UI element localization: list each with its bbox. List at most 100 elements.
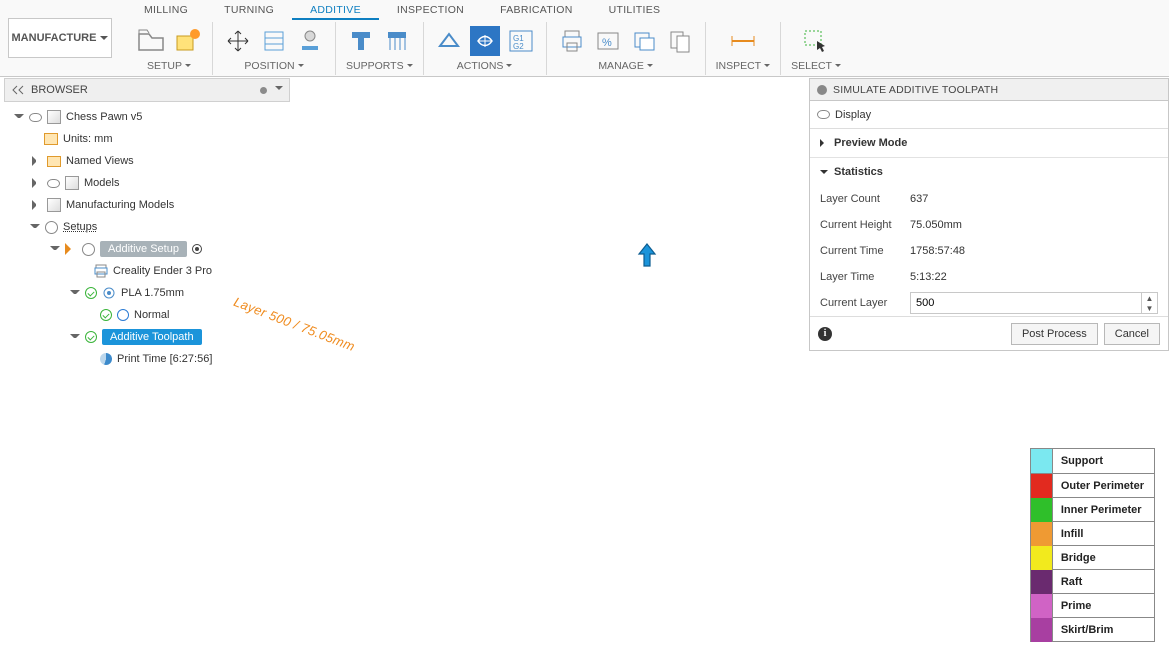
measure-icon[interactable] (728, 26, 758, 56)
info-icon[interactable]: i (818, 327, 832, 341)
group-supports: SUPPORTS (336, 22, 424, 75)
group-inspect-label[interactable]: INSPECT (716, 60, 771, 72)
legend-swatch (1031, 474, 1053, 498)
tree-units-label: Units: mm (63, 133, 113, 145)
current-layer-input[interactable] (910, 292, 1142, 314)
close-icon[interactable] (817, 85, 827, 95)
simulate-panel: SIMULATE ADDITIVE TOOLPATH Display Previ… (809, 78, 1169, 351)
place-icon[interactable] (295, 26, 325, 56)
component-icon (47, 110, 61, 124)
eye-icon[interactable] (29, 113, 42, 122)
stat-key: Current Layer (820, 297, 910, 309)
caret-icon[interactable] (32, 200, 42, 210)
tree-print-time[interactable]: Print Time [6:27:56] (4, 348, 290, 370)
tree-models-label: Models (84, 177, 119, 189)
caret-icon[interactable] (70, 290, 80, 300)
caret-icon[interactable] (32, 178, 42, 188)
tab-additive[interactable]: ADDITIVE (292, 2, 379, 20)
stat-key: Current Height (820, 219, 910, 231)
tree-printer[interactable]: Creality Ender 3 Pro (4, 260, 290, 282)
section-preview-mode[interactable]: Preview Mode (810, 129, 1168, 157)
legend-label: Raft (1053, 576, 1092, 588)
stat-value: 1758:57:48 (910, 245, 965, 257)
group-actions: G1G2 ACTIONS (424, 22, 547, 75)
models-icon (65, 176, 79, 190)
active-setup-icon (65, 243, 77, 255)
folder-icon (47, 156, 61, 167)
tree-additive-setup[interactable]: Additive Setup (4, 238, 290, 260)
align-icon[interactable] (259, 26, 289, 56)
simulate-icon[interactable] (470, 26, 500, 56)
tab-inspection[interactable]: INSPECTION (379, 2, 482, 20)
cancel-button[interactable]: Cancel (1104, 323, 1160, 345)
chevron-down-icon[interactable] (275, 86, 283, 94)
ribbon-groups: SETUP POSITION SUPPORTS (126, 22, 1169, 75)
collapse-left-icon[interactable] (11, 83, 25, 97)
group-supports-label[interactable]: SUPPORTS (346, 60, 413, 72)
tab-utilities[interactable]: UTILITIES (591, 2, 679, 20)
tree-named-views[interactable]: Named Views (4, 150, 290, 172)
tree-units[interactable]: Units: mm (4, 128, 290, 150)
generate-icon[interactable] (434, 26, 464, 56)
spinner-up-icon[interactable]: ▲ (1142, 293, 1157, 303)
legend-row: Inner Perimeter (1031, 497, 1154, 521)
workspace-dropdown[interactable]: MANUFACTURE (8, 18, 112, 58)
printer-icon[interactable] (557, 26, 587, 56)
tree-mfg-models[interactable]: Manufacturing Models (4, 194, 290, 216)
simulate-header[interactable]: SIMULATE ADDITIVE TOOLPATH (810, 79, 1168, 101)
legend-label: Infill (1053, 528, 1094, 540)
gear-icon (117, 309, 129, 321)
radio-icon[interactable] (192, 244, 202, 254)
tree-models[interactable]: Models (4, 172, 290, 194)
stat-key: Layer Count (820, 193, 910, 205)
caret-icon[interactable] (70, 334, 80, 344)
template-icon[interactable] (665, 26, 695, 56)
support-bar-icon[interactable] (346, 26, 376, 56)
caret-icon[interactable] (50, 246, 60, 256)
legend-row: Prime (1031, 593, 1154, 617)
group-manage: % MANAGE (547, 22, 706, 75)
tab-fabrication[interactable]: FABRICATION (482, 2, 591, 20)
post-process-button[interactable]: Post Process (1011, 323, 1098, 345)
group-select-label[interactable]: SELECT (791, 60, 841, 72)
group-setup-label[interactable]: SETUP (147, 60, 191, 72)
browser-menu-icon[interactable] (260, 87, 267, 94)
caret-icon[interactable] (30, 224, 40, 234)
legend-label: Bridge (1053, 552, 1106, 564)
machine-library-icon[interactable] (629, 26, 659, 56)
tree-root[interactable]: Chess Pawn v5 (4, 106, 290, 128)
legend: SupportOuter PerimeterInner PerimeterInf… (1030, 448, 1155, 642)
tab-turning[interactable]: TURNING (206, 2, 292, 20)
group-position-label[interactable]: POSITION (244, 60, 303, 72)
select-icon[interactable] (801, 26, 831, 56)
section-statistics[interactable]: Statistics (810, 158, 1168, 186)
tree-mfg-models-label: Manufacturing Models (66, 199, 174, 211)
percent-icon[interactable]: % (593, 26, 623, 56)
browser-header[interactable]: BROWSER (4, 78, 290, 102)
caret-icon[interactable] (32, 156, 42, 166)
stat-value: 637 (910, 193, 928, 205)
stat-key: Current Time (820, 245, 910, 257)
caret-icon[interactable] (14, 114, 24, 124)
tree-mode-label: Normal (134, 309, 169, 321)
tree-toolpath[interactable]: Additive Toolpath (4, 326, 290, 348)
tree-printer-label: Creality Ender 3 Pro (113, 265, 212, 277)
group-actions-label[interactable]: ACTIONS (457, 60, 513, 72)
support-volume-icon[interactable] (382, 26, 412, 56)
setups-icon (45, 221, 58, 234)
group-position: POSITION (213, 22, 336, 75)
ribbon: MANUFACTURE MILLING TURNING ADDITIVE INS… (0, 0, 1169, 77)
tree-setups[interactable]: Setups (4, 216, 290, 238)
simulate-tab-display[interactable]: Display (810, 101, 1168, 129)
spinner-down-icon[interactable]: ▼ (1142, 303, 1157, 313)
filament-icon (102, 286, 116, 300)
group-manage-label[interactable]: MANAGE (598, 60, 653, 72)
browser-panel: BROWSER Chess Pawn v5 Units: mm Named Vi… (4, 78, 290, 378)
eye-icon[interactable] (47, 179, 60, 188)
gcode-icon[interactable]: G1G2 (506, 26, 536, 56)
move-icon[interactable] (223, 26, 253, 56)
new-setup-icon[interactable] (172, 26, 202, 56)
tab-milling[interactable]: MILLING (126, 2, 206, 20)
spinner[interactable]: ▲▼ (1142, 292, 1158, 314)
open-file-icon[interactable] (136, 26, 166, 56)
